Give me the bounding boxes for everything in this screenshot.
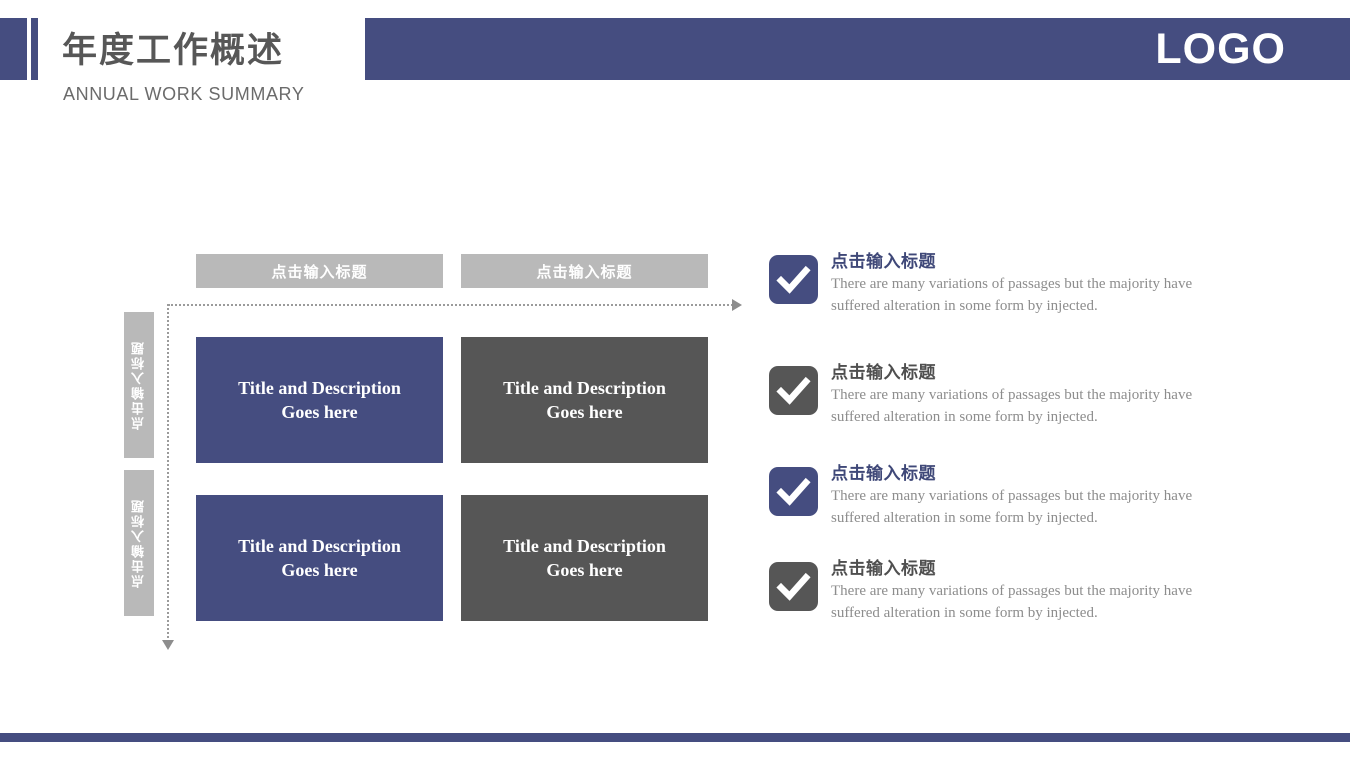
guide-line-vertical [167, 304, 169, 642]
bullet-item-1-text: 点击输入标题 There are many variations of pass… [831, 252, 1229, 318]
bullet-item-4-desc: There are many variations of passages bu… [831, 583, 1193, 621]
bullet-item-4: 点击输入标题 There are many variations of pass… [769, 559, 1229, 625]
page-subtitle: ANNUAL WORK SUMMARY [63, 84, 305, 104]
header-accent-bar-thin [31, 18, 38, 80]
arrow-down-icon [162, 640, 174, 650]
matrix-column-header-2-label: 点击输入标题 [536, 262, 633, 281]
footer-accent-bar [0, 733, 1350, 742]
bullet-item-2-text: 点击输入标题 There are many variations of pass… [831, 363, 1229, 429]
matrix-cell-r2c1: Title and Description Goes here [196, 495, 443, 621]
bullet-item-3: 点击输入标题 There are many variations of pass… [769, 464, 1229, 530]
matrix-row-header-2: 点击输入标题 [124, 470, 154, 616]
matrix-cell-r2c1-line1: Title and Description [238, 535, 401, 556]
bullet-item-3-title: 点击输入标题 [831, 464, 936, 484]
bullet-item-4-title: 点击输入标题 [831, 559, 936, 579]
arrow-right-icon [732, 299, 742, 311]
bullet-item-1-title: 点击输入标题 [831, 252, 936, 272]
matrix-row-header-1: 点击输入标题 [124, 312, 154, 458]
matrix-cell-r2c2-line1: Title and Description [503, 535, 666, 556]
matrix-cell-r1c1: Title and Description Goes here [196, 337, 443, 463]
header-accent-bar-wide [0, 18, 27, 80]
matrix-cell-r1c2-line2: Goes here [546, 402, 623, 422]
matrix-cell-r2c1-line2: Goes here [281, 560, 358, 580]
page-title: 年度工作概述 [62, 31, 285, 71]
matrix-row-header-1-label: 点击输入标题 [131, 340, 147, 430]
matrix-column-header-1: 点击输入标题 [196, 254, 443, 288]
matrix-cell-r2c2-line2: Goes here [546, 560, 623, 580]
bullet-item-1: 点击输入标题 There are many variations of pass… [769, 252, 1229, 318]
bullet-item-2: 点击输入标题 There are many variations of pass… [769, 363, 1229, 429]
matrix-row-header-2-label: 点击输入标题 [131, 498, 147, 588]
check-icon [769, 366, 818, 415]
bullet-item-3-text: 点击输入标题 There are many variations of pass… [831, 464, 1229, 530]
check-icon [769, 255, 818, 304]
check-icon [769, 562, 818, 611]
matrix-column-header-1-label: 点击输入标题 [271, 262, 368, 281]
matrix-column-header-2: 点击输入标题 [461, 254, 708, 288]
matrix-cell-r1c1-line2: Goes here [281, 402, 358, 422]
bullet-item-4-text: 点击输入标题 There are many variations of pass… [831, 559, 1229, 625]
matrix-cell-r1c2-line1: Title and Description [503, 377, 666, 398]
matrix-cell-r1c1-line1: Title and Description [238, 377, 401, 398]
matrix-cell-r2c2: Title and Description Goes here [461, 495, 708, 621]
bullet-item-2-desc: There are many variations of passages bu… [831, 387, 1193, 425]
guide-line-horizontal [168, 304, 733, 306]
check-icon [769, 467, 818, 516]
matrix-cell-r1c2: Title and Description Goes here [461, 337, 708, 463]
bullet-item-3-desc: There are many variations of passages bu… [831, 488, 1193, 526]
logo: LOGO [1155, 24, 1286, 73]
bullet-item-2-title: 点击输入标题 [831, 363, 936, 383]
bullet-item-1-desc: There are many variations of passages bu… [831, 276, 1193, 314]
